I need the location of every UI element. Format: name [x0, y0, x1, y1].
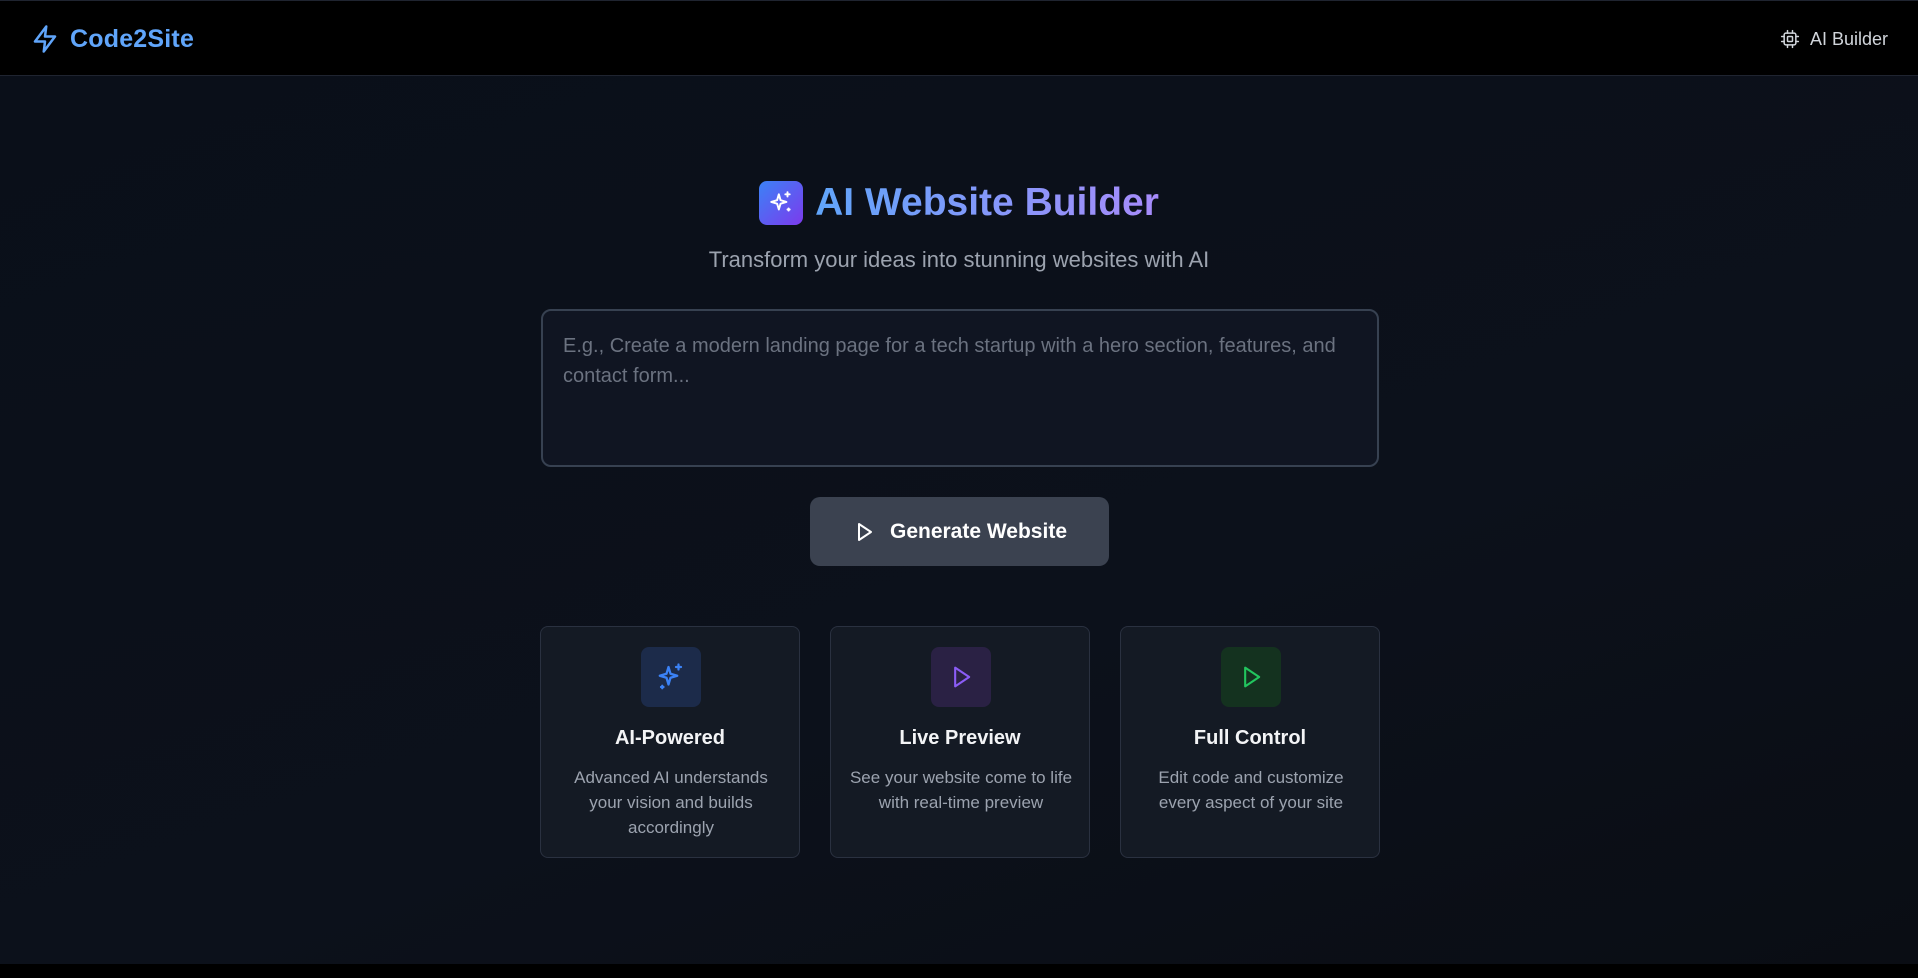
feature-title: Live Preview	[899, 727, 1021, 749]
play-icon	[852, 520, 876, 544]
play-icon	[1221, 647, 1281, 707]
generate-website-label: Generate Website	[889, 519, 1067, 543]
footer-strip	[0, 964, 1918, 978]
feature-card-full-control: Full Control Edit code and customize eve…	[1120, 626, 1380, 858]
brand-logo[interactable]: Code2Site	[30, 23, 194, 55]
page-title: AI Website Builder	[815, 181, 1159, 224]
lightning-bolt-icon	[30, 24, 60, 54]
feature-title: Full Control	[1193, 727, 1307, 749]
page-subtitle: Transform your ideas into stunning websi…	[708, 247, 1210, 272]
ai-builder-nav-link[interactable]: AI Builder	[1780, 27, 1888, 51]
hero-heading: AI Website Builder	[0, 181, 1918, 225]
play-icon	[931, 647, 991, 707]
feature-description: Advanced AI understands your vision and …	[574, 768, 768, 837]
feature-description: Edit code and customize every aspect of …	[1158, 768, 1344, 812]
top-navbar: Code2Site AI Builder	[0, 0, 1918, 76]
feature-card-ai-powered: AI-Powered Advanced AI understands your …	[540, 626, 800, 858]
chip-icon	[1780, 29, 1800, 49]
brand-name: Code2Site	[70, 24, 195, 53]
feature-title: AI-Powered	[614, 727, 726, 749]
website-prompt-input[interactable]	[541, 309, 1379, 467]
sparkles-icon	[759, 181, 804, 225]
feature-cards: AI-Powered Advanced AI understands your …	[540, 626, 1380, 858]
feature-card-live-preview: Live Preview See your website come to li…	[830, 626, 1090, 858]
ai-builder-label: AI Builder	[1809, 28, 1888, 49]
sparkles-icon	[641, 647, 701, 707]
generate-website-button[interactable]: Generate Website	[810, 497, 1109, 566]
feature-description: See your website come to life with real-…	[849, 768, 1073, 812]
